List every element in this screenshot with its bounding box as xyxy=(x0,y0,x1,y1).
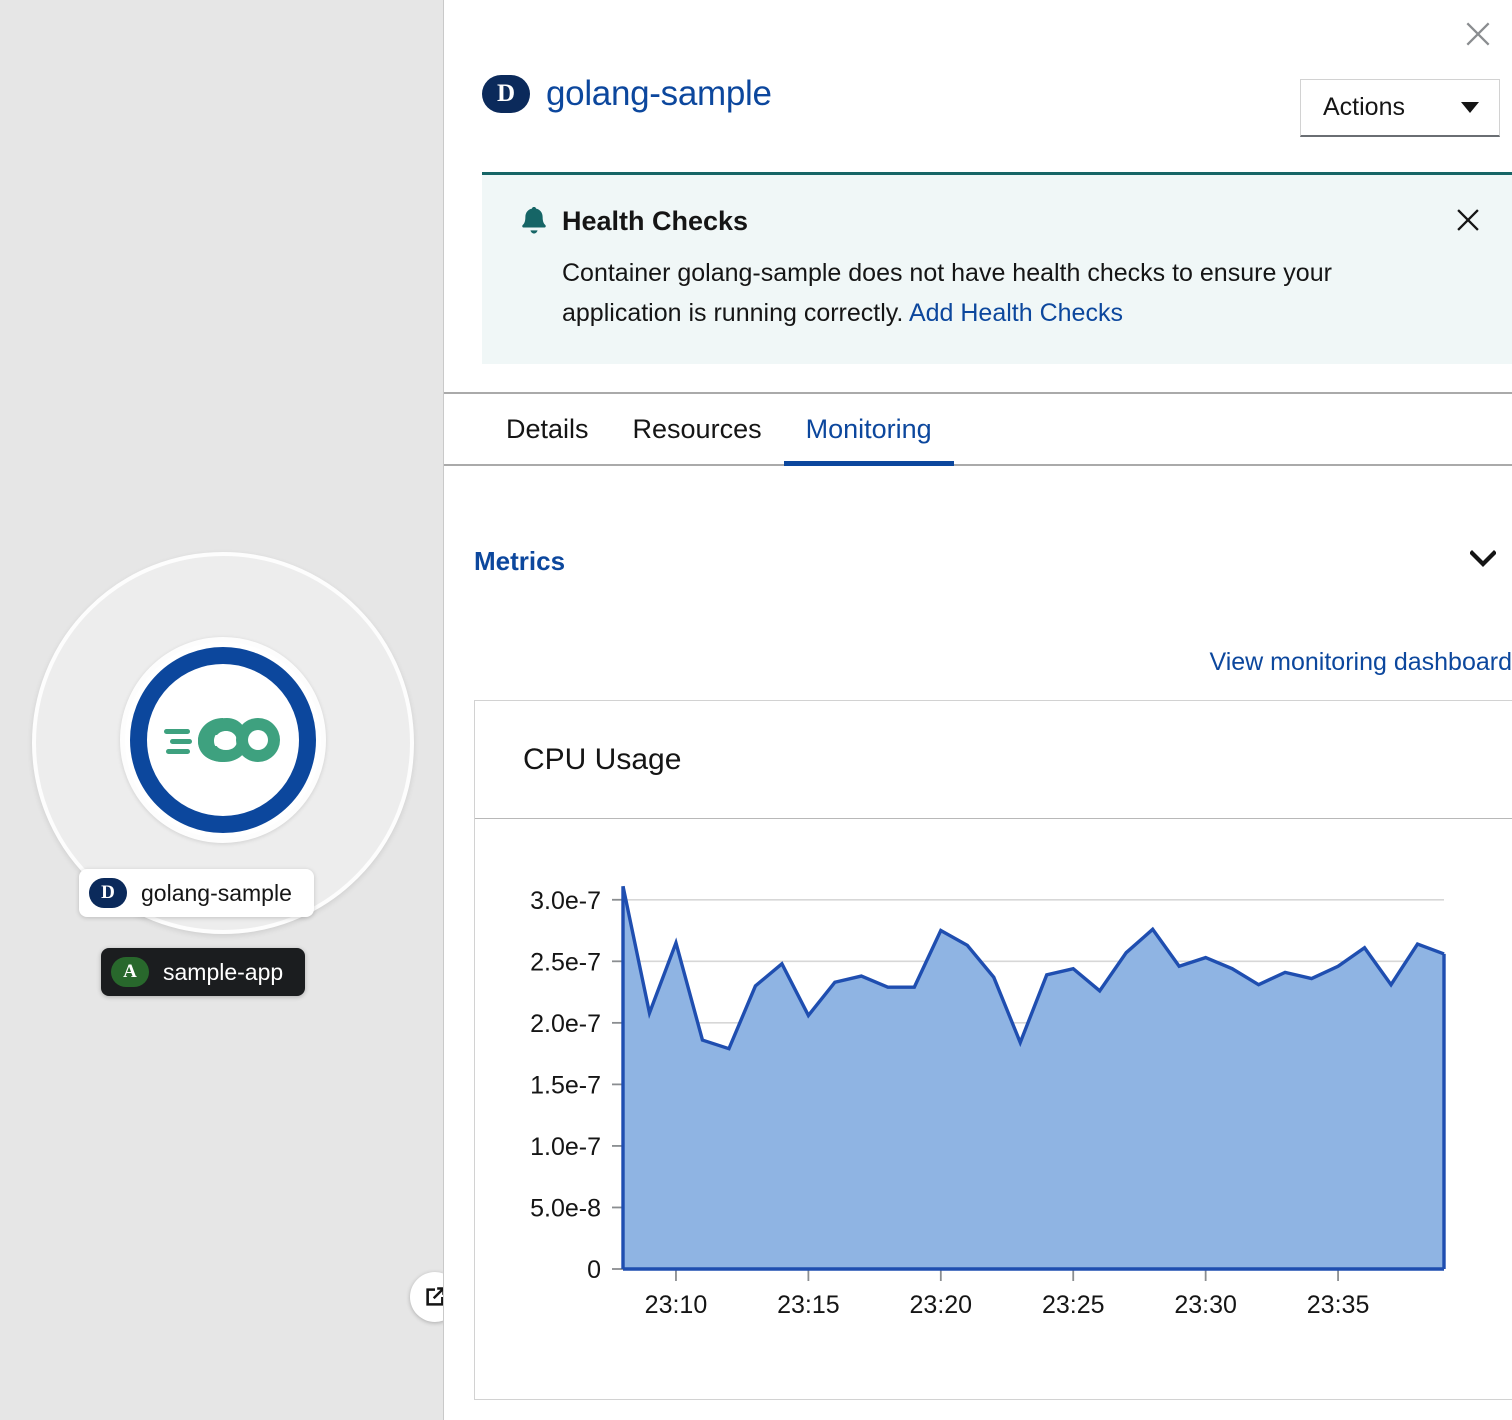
chart-y-axis-ticks: 3.0e-7 2.5e-7 2.0e-7 1.5e-7 1.0e-7 5.0e-8 0 xyxy=(530,887,623,1284)
tab-resources-label: Resources xyxy=(632,413,762,444)
tab-details[interactable]: Details xyxy=(484,394,611,464)
cpu-usage-chart[interactable]: 3.0e-7 2.5e-7 2.0e-7 1.5e-7 1.0e-7 5.0e-8 0 23… xyxy=(475,819,1512,1399)
svg-text:23:35: 23:35 xyxy=(1307,1291,1370,1319)
svg-text:23:30: 23:30 xyxy=(1174,1291,1237,1319)
bell-icon xyxy=(522,206,546,234)
svg-text:23:20: 23:20 xyxy=(910,1291,973,1319)
external-link-icon[interactable] xyxy=(410,1272,443,1322)
svg-text:2.5e-7: 2.5e-7 xyxy=(530,948,601,976)
topology-node-deployment[interactable] xyxy=(120,637,443,1322)
resource-side-panel: D golang-sample Actions Health Checks Co… xyxy=(443,0,1512,1420)
tab-details-label: Details xyxy=(506,413,589,444)
application-kind-chip: A xyxy=(111,957,149,987)
health-checks-alert: Health Checks Container golang-sample do… xyxy=(482,172,1512,364)
close-glyph xyxy=(1466,22,1490,46)
topology-canvas[interactable]: D golang-sample A sample-app xyxy=(0,0,443,1420)
svg-text:23:15: 23:15 xyxy=(777,1291,840,1319)
chart-area-fill xyxy=(623,886,1444,1269)
cpu-usage-title: CPU Usage xyxy=(523,742,682,776)
application-node-name: sample-app xyxy=(163,958,284,985)
resource-tab-bar: Details Resources Monitoring xyxy=(444,392,1512,466)
alert-body: Container golang-sample does not have he… xyxy=(562,253,1422,333)
metrics-section-title: Metrics xyxy=(474,545,566,576)
add-health-checks-link[interactable]: Add Health Checks xyxy=(909,299,1123,327)
chevron-down-icon xyxy=(1461,102,1479,113)
tab-monitoring[interactable]: Monitoring xyxy=(783,394,954,466)
close-glyph xyxy=(1457,209,1479,231)
topology-node-label-deployment[interactable]: D golang-sample xyxy=(79,869,314,917)
topology-node-label-application[interactable]: A sample-app xyxy=(101,948,306,996)
chevron-down-icon[interactable] xyxy=(1469,549,1497,573)
svg-text:23:10: 23:10 xyxy=(645,1291,708,1319)
svg-text:23:25: 23:25 xyxy=(1042,1291,1105,1319)
cpu-usage-card: CPU Usage 3.0e-7 2.5e-7 2.0e-7 1.5e-7 1.0e-7… xyxy=(474,700,1512,1400)
chart-x-axis-ticks: 23:10 23:15 23:20 23:25 23:30 23:35 xyxy=(645,1269,1370,1319)
svg-text:0: 0 xyxy=(587,1256,601,1284)
tab-monitoring-label: Monitoring xyxy=(805,413,932,444)
svg-text:1.0e-7: 1.0e-7 xyxy=(530,1133,601,1161)
panel-header: D golang-sample Actions xyxy=(444,64,1512,164)
cpu-usage-chart-svg: 3.0e-7 2.5e-7 2.0e-7 1.5e-7 1.0e-7 5.0e-8 0 23… xyxy=(530,885,1446,1319)
actions-button[interactable]: Actions xyxy=(1300,79,1500,137)
resource-kind-chip: D xyxy=(482,75,530,113)
resource-title-row: D golang-sample xyxy=(482,64,772,114)
metrics-section-header[interactable]: Metrics xyxy=(444,530,1512,592)
golang-logo-icon xyxy=(164,718,280,762)
view-monitoring-dashboard-link[interactable]: View monitoring dashboard xyxy=(1209,648,1512,677)
deployment-node-name: golang-sample xyxy=(141,879,292,906)
deployment-kind-chip: D xyxy=(89,878,127,908)
alert-close-icon[interactable] xyxy=(1453,205,1483,235)
chevron-down-glyph xyxy=(1469,549,1497,567)
actions-button-label: Actions xyxy=(1323,93,1405,121)
tab-resources[interactable]: Resources xyxy=(611,394,784,464)
svg-text:5.0e-8: 5.0e-8 xyxy=(530,1194,601,1222)
external-link-glyph xyxy=(426,1287,443,1306)
svg-text:2.0e-7: 2.0e-7 xyxy=(530,1010,601,1038)
svg-text:1.5e-7: 1.5e-7 xyxy=(530,1071,601,1099)
svg-text:3.0e-7: 3.0e-7 xyxy=(530,887,601,915)
alert-title: Health Checks xyxy=(562,206,749,236)
close-icon[interactable] xyxy=(1458,14,1498,54)
cpu-usage-card-header: CPU Usage xyxy=(475,701,1512,819)
deployment-node-ring xyxy=(130,647,316,833)
page-title: golang-sample xyxy=(546,74,772,113)
